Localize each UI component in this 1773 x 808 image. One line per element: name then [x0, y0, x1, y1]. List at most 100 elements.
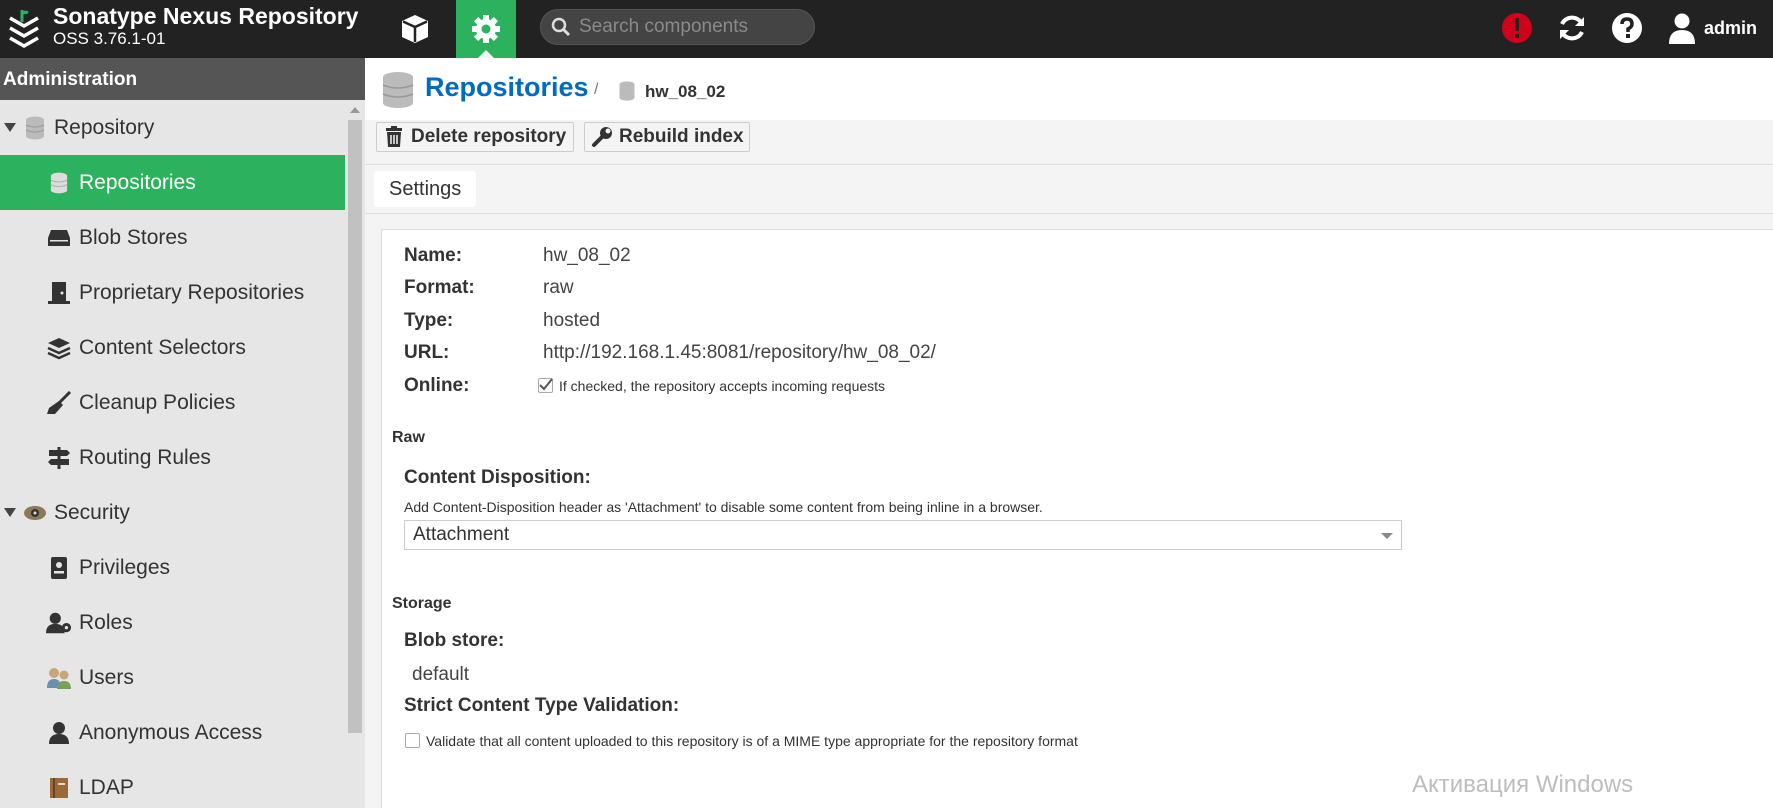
scroll-thumb[interactable]: [348, 120, 362, 733]
sidebar-item-routing-rules[interactable]: Routing Rules: [0, 430, 345, 485]
strict-validation-label: Strict Content Type Validation:: [404, 695, 680, 716]
tab-settings[interactable]: Settings: [374, 171, 477, 207]
active-section-caret: [478, 50, 494, 58]
hdd-icon: [46, 225, 72, 251]
rebuild-index-label: Rebuild index: [619, 126, 744, 147]
settings-panel: Name: hw_08_02 Format: raw Type: hosted …: [381, 229, 1773, 808]
sidebar-item-label: LDAP: [79, 775, 134, 799]
main-content: Repositories / hw_08_02 Delete repositor…: [365, 58, 1773, 808]
content-disposition-label: Content Disposition:: [404, 467, 591, 488]
help-button[interactable]: [1608, 9, 1646, 47]
sidebar-item-label: Repository: [54, 115, 155, 139]
database-icon: [382, 72, 414, 108]
dropdown-caret-icon: [1381, 533, 1393, 539]
scroll-up-arrow-icon[interactable]: [350, 107, 360, 113]
app-title: Sonatype Nexus Repository: [53, 3, 359, 29]
online-checkbox[interactable]: [538, 378, 553, 393]
sidebar-item-label: Privileges: [79, 555, 171, 579]
delete-repository-button[interactable]: Delete repository: [376, 122, 574, 152]
page-title-bar: Repositories / hw_08_02: [365, 58, 1773, 120]
sidebar-item-cleanup-policies[interactable]: Cleanup Policies: [0, 375, 345, 430]
format-label: Format:: [404, 277, 475, 298]
sidebar-item-content-selectors[interactable]: Content Selectors: [0, 320, 345, 375]
blob-store-label: Blob store:: [404, 630, 505, 651]
type-label: Type:: [404, 310, 454, 331]
trash-icon: [383, 126, 405, 148]
content-disposition-help: Add Content-Disposition header as 'Attac…: [404, 499, 1043, 515]
expand-arrow-icon[interactable]: [4, 508, 16, 517]
sidebar-group-repository[interactable]: Repository: [0, 100, 345, 155]
blob-store-value: default: [412, 664, 470, 685]
alert-button[interactable]: [1498, 9, 1536, 47]
database-icon: [22, 115, 48, 141]
database-icon: [619, 81, 635, 101]
search-input[interactable]: [579, 16, 809, 38]
wrench-icon: [591, 126, 613, 148]
sidebar-item-label: Blob Stores: [79, 225, 188, 249]
search-icon: [551, 17, 571, 37]
sidebar-item-label: Repositories: [79, 170, 196, 194]
windows-activation-watermark: Активация Windows: [1412, 771, 1634, 798]
sidebar-title: Administration: [0, 58, 365, 100]
storage-section-title: Storage: [392, 595, 452, 612]
sidebar-item-anonymous-access[interactable]: Anonymous Access: [0, 705, 345, 760]
content-disposition-select[interactable]: Attachment: [404, 520, 1402, 550]
layers-icon: [46, 335, 72, 361]
strict-validation-checkbox[interactable]: [405, 733, 420, 748]
tab-strip: Settings: [365, 164, 1773, 214]
door-icon: [46, 280, 72, 306]
sidebar-item-ldap[interactable]: LDAP: [0, 760, 345, 808]
sidebar-group-security[interactable]: Security: [0, 485, 345, 540]
online-label: Online:: [404, 375, 470, 396]
strict-validation-help: Validate that all content uploaded to th…: [426, 733, 1078, 749]
breadcrumb-separator: /: [594, 81, 599, 98]
sidebar-item-proprietary-repositories[interactable]: Proprietary Repositories: [0, 265, 345, 320]
browse-button[interactable]: [385, 0, 445, 58]
refresh-button[interactable]: [1553, 9, 1591, 47]
sidebar-item-users[interactable]: Users: [0, 650, 345, 705]
user-role-icon: [46, 610, 72, 636]
help-icon: [1612, 13, 1642, 43]
sidebar-item-label: Roles: [79, 610, 133, 634]
sidebar-item-blob-stores[interactable]: Blob Stores: [0, 210, 345, 265]
badge-icon: [46, 555, 72, 581]
refresh-icon: [1560, 15, 1584, 41]
app-version: OSS 3.76.1-01: [53, 29, 166, 48]
raw-section-title: Raw: [392, 429, 425, 446]
delete-repository-label: Delete repository: [411, 126, 567, 147]
sidebar-item-label: Anonymous Access: [79, 720, 263, 744]
url-value[interactable]: http://192.168.1.45:8081/repository/hw_0…: [543, 342, 936, 364]
admin-sidebar: Administration Repository Repositories B…: [0, 58, 365, 808]
url-label: URL:: [404, 342, 450, 363]
security-icon: [22, 500, 48, 526]
breadcrumb-current: hw_08_02: [645, 82, 726, 101]
sidebar-item-privileges[interactable]: Privileges: [0, 540, 345, 595]
sidebar-item-label: Content Selectors: [79, 335, 246, 359]
book-icon: [46, 775, 72, 801]
expand-arrow-icon[interactable]: [4, 123, 16, 132]
rebuild-index-button[interactable]: Rebuild index: [584, 122, 750, 152]
sidebar-item-repositories[interactable]: Repositories: [0, 155, 345, 210]
user-icon: [46, 720, 72, 746]
sidebar-item-roles[interactable]: Roles: [0, 595, 345, 650]
name-value: hw_08_02: [543, 245, 631, 266]
nexus-logo: [9, 10, 39, 48]
search-box[interactable]: [540, 9, 815, 45]
online-help-text: If checked, the repository accepts incom…: [559, 378, 886, 394]
sidebar-item-label: Proprietary Repositories: [79, 280, 305, 304]
breadcrumb-repositories-link[interactable]: Repositories: [425, 72, 589, 103]
sidebar-item-label: Routing Rules: [79, 445, 211, 469]
admin-gear-icon: [472, 15, 500, 43]
top-header: Sonatype Nexus Repository OSS 3.76.1-01: [0, 0, 1773, 58]
users-icon: [46, 665, 72, 691]
sidebar-scrollbar[interactable]: [345, 100, 365, 808]
sidebar-item-label: Users: [79, 665, 134, 689]
user-icon: [1669, 13, 1695, 44]
user-menu[interactable]: admin: [1668, 8, 1757, 48]
browse-cube-icon: [402, 15, 428, 43]
broom-icon: [46, 390, 72, 416]
sidebar-item-label: Cleanup Policies: [79, 390, 236, 414]
content-disposition-value: Attachment: [413, 524, 510, 545]
signpost-icon: [46, 445, 72, 471]
sidebar-item-label: Security: [54, 500, 130, 524]
